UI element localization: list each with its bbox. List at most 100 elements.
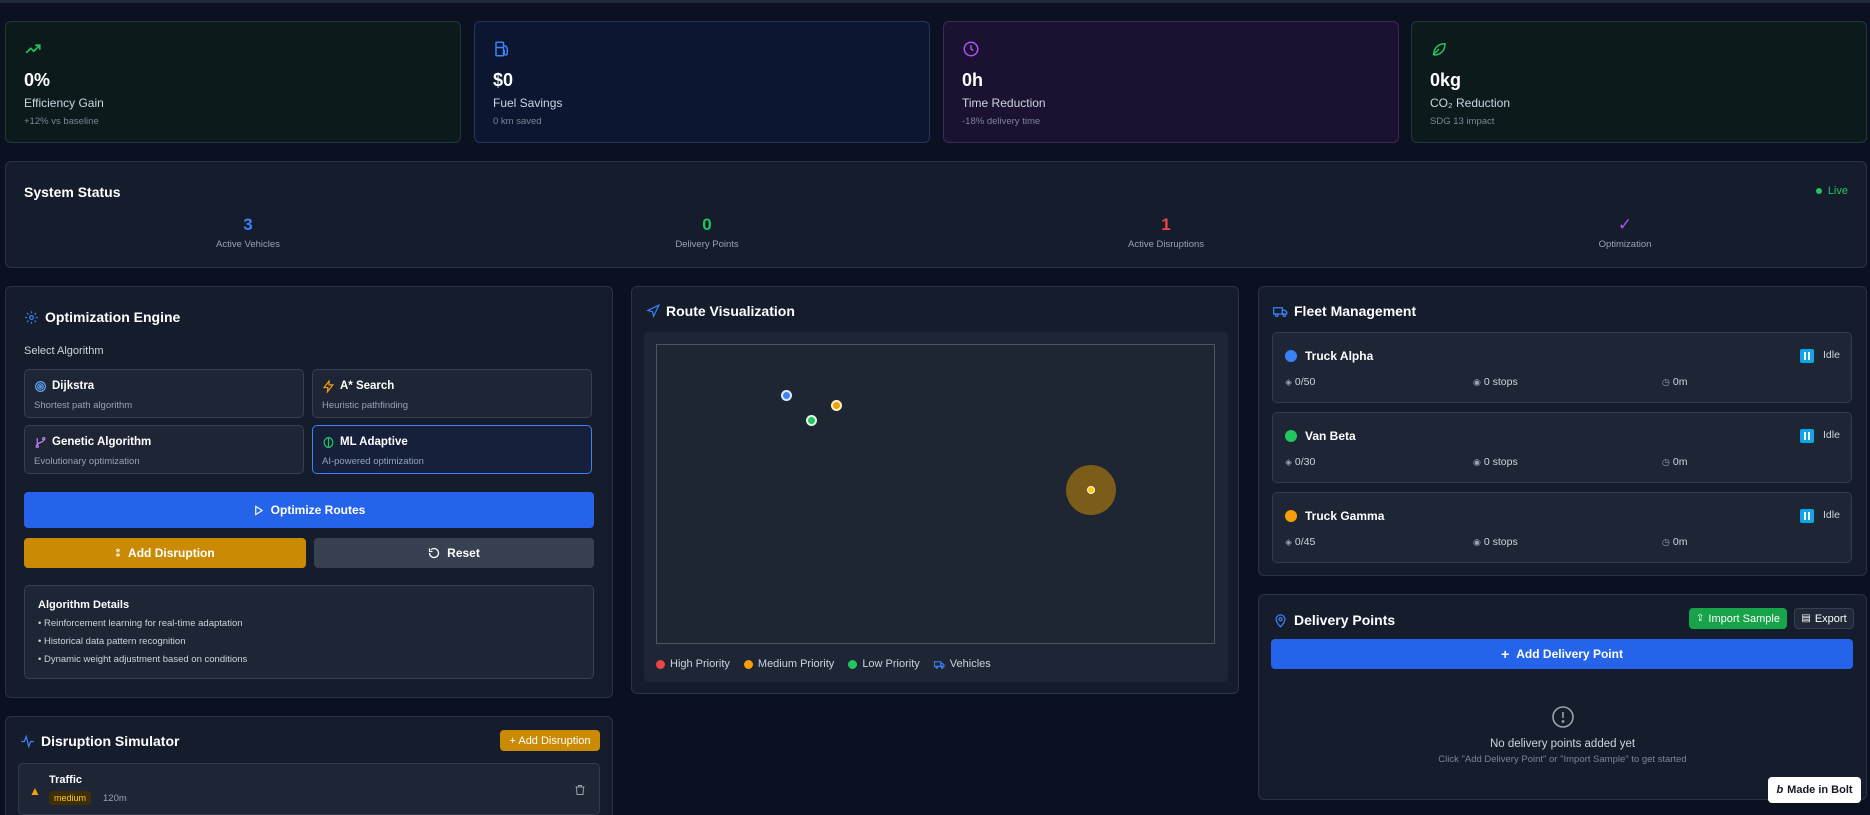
reset-icon (429, 547, 440, 559)
status-caption: Active Disruptions (1127, 239, 1205, 250)
algorithm-genetic[interactable]: Genetic Algorithm Evolutionary optimizat… (24, 425, 304, 474)
legend-label: Medium Priority (757, 658, 835, 670)
reset-button[interactable]: Reset (314, 538, 594, 568)
legend-high-priority: High Priority (656, 658, 730, 670)
stat-card-efficiency: 0% Efficiency Gain +12% vs baseline (5, 21, 461, 143)
algorithm-desc: Evolutionary optimization (34, 456, 140, 467)
add-delivery-point-button[interactable]: + Add Delivery Point (1271, 639, 1853, 669)
truck-icon (1273, 306, 1288, 317)
stat-sub: -18% delivery time (962, 116, 1041, 127)
upload-icon: ⇪ (1696, 613, 1705, 624)
stat-sub: 0 km saved (493, 116, 542, 127)
vehicle-marker[interactable] (806, 415, 817, 426)
vehicle-color-dot (1285, 350, 1297, 362)
disruption-center (1087, 486, 1095, 494)
algorithm-desc: AI-powered optimization (322, 456, 424, 467)
vehicle-load-value: 0/45 (1294, 536, 1316, 548)
delivery-points-panel: Delivery Points ⇪ Import Sample ▤ Export… (1258, 594, 1867, 800)
algorithm-desc: Heuristic pathfinding (322, 400, 409, 411)
algorithm-astar[interactable]: A* Search Heuristic pathfinding (312, 369, 592, 418)
disruption-item[interactable]: ▲ Traffic medium 120m (18, 763, 600, 815)
map-legend: High Priority Medium Priority Low Priori… (656, 658, 991, 670)
legend-dot (848, 659, 858, 669)
add-disruption-button[interactable]: ⁑ Add Disruption (24, 538, 306, 568)
made-in-bolt-badge[interactable]: b Made in Bolt (1768, 777, 1861, 803)
vehicle-load-value: 0/50 (1294, 376, 1316, 388)
disruption-icon: ⁑ (115, 547, 122, 560)
algorithm-ml-adaptive[interactable]: ML Adaptive AI-powered optimization (312, 425, 592, 474)
pause-icon[interactable] (1800, 349, 1814, 363)
status-optimization: ✓ Optimization (1545, 215, 1705, 250)
algorithm-name: A* Search (340, 380, 395, 392)
vehicle-status: Idle (1823, 349, 1840, 361)
add-delivery-point-label: Add Delivery Point (1516, 647, 1623, 661)
vehicle-card[interactable]: Truck Alpha Idle ◈ 0/50 ◉ 0 stops ◷ 0m (1272, 332, 1852, 403)
live-label: Live (1827, 185, 1848, 197)
pause-icon[interactable] (1800, 429, 1814, 443)
route-title: Route Visualization (666, 303, 795, 319)
vehicle-stops-value: 0 stops (1483, 536, 1518, 548)
vehicle-stops: ◉ 0 stops (1473, 376, 1518, 388)
delivery-title: Delivery Points (1294, 612, 1396, 628)
target-icon (35, 381, 46, 392)
vehicle-marker[interactable] (831, 400, 842, 411)
vehicle-load: ◈ 0/45 (1285, 536, 1315, 548)
reset-label: Reset (447, 546, 480, 560)
optimization-title: Optimization Engine (45, 309, 181, 325)
legend-dot (743, 659, 753, 669)
status-active-vehicles: 3 Active Vehicles (168, 215, 328, 250)
algorithm-dijkstra[interactable]: Dijkstra Shortest path algorithm (24, 369, 304, 418)
disruption-zone[interactable] (1066, 465, 1116, 515)
export-button[interactable]: ▤ Export (1794, 608, 1854, 629)
status-value: 0 (702, 215, 712, 234)
vehicle-time-value: 0m (1672, 536, 1688, 548)
import-sample-label: Import Sample (1708, 612, 1780, 625)
add-disruption-label: Add Disruption (128, 546, 215, 560)
vehicle-load: ◈ 0/50 (1285, 376, 1315, 388)
stat-label: Time Reduction (962, 96, 1046, 110)
vehicle-stops: ◉ 0 stops (1473, 456, 1518, 468)
status-delivery-points: 0 Delivery Points (627, 215, 787, 250)
system-status-title: System Status (24, 184, 121, 200)
stat-card-fuel: $0 Fuel Savings 0 km saved (474, 21, 930, 143)
disruption-header: Disruption Simulator (20, 733, 179, 749)
vehicle-time-value: 0m (1672, 376, 1688, 388)
vehicle-marker[interactable] (781, 390, 792, 401)
system-status-panel: System Status Live 3 Active Vehicles 0 D… (5, 161, 1867, 268)
stat-value: 0kg (1430, 70, 1462, 90)
made-in-bolt-label: Made in Bolt (1787, 784, 1853, 796)
vehicle-card[interactable]: Van Beta Idle ◈ 0/30 ◉ 0 stops ◷ 0m (1272, 412, 1852, 483)
export-label: Export (1814, 612, 1847, 625)
fleet-title: Fleet Management (1294, 303, 1417, 319)
vehicle-time: ◷ 0m (1662, 376, 1687, 388)
algorithm-detail-line: • Reinforcement learning for real-time a… (38, 618, 243, 629)
package-icon: ◈ (1285, 376, 1292, 387)
stat-label: CO₂ Reduction (1430, 96, 1511, 110)
clock-icon: ◷ (1662, 456, 1670, 467)
add-disruption-small-button[interactable]: + Add Disruption (500, 730, 600, 751)
stat-card-co2: 0kg CO₂ Reduction SDG 13 impact (1411, 21, 1867, 143)
truck-icon (933, 660, 945, 669)
vehicle-name: Van Beta (1305, 429, 1356, 443)
map-canvas[interactable] (656, 344, 1215, 644)
pause-icon[interactable] (1800, 509, 1814, 523)
clock-icon: ◷ (1662, 536, 1670, 547)
alert-circle-icon (1551, 706, 1574, 728)
import-sample-button[interactable]: ⇪ Import Sample (1689, 608, 1787, 629)
trash-icon[interactable] (574, 784, 586, 796)
navigation-icon (646, 304, 660, 318)
vehicle-status: Idle (1823, 509, 1840, 521)
pin-icon: ◉ (1473, 536, 1481, 547)
vehicle-name: Truck Gamma (1305, 509, 1385, 523)
algorithm-name: Dijkstra (52, 380, 95, 392)
disruption-name: Traffic (49, 774, 83, 786)
optimize-routes-button[interactable]: Optimize Routes (24, 492, 594, 528)
status-caption: Optimization (1598, 239, 1652, 250)
leaf-icon (1432, 42, 1446, 56)
disruption-title: Disruption Simulator (41, 733, 180, 749)
vehicle-card[interactable]: Truck Gamma Idle ◈ 0/45 ◉ 0 stops ◷ 0m (1272, 492, 1852, 563)
brain-icon (323, 437, 334, 448)
vehicle-time: ◷ 0m (1662, 536, 1687, 548)
vehicle-stops-value: 0 stops (1483, 376, 1518, 388)
disruption-simulator-panel: Disruption Simulator + Add Disruption ▲ … (5, 716, 613, 815)
